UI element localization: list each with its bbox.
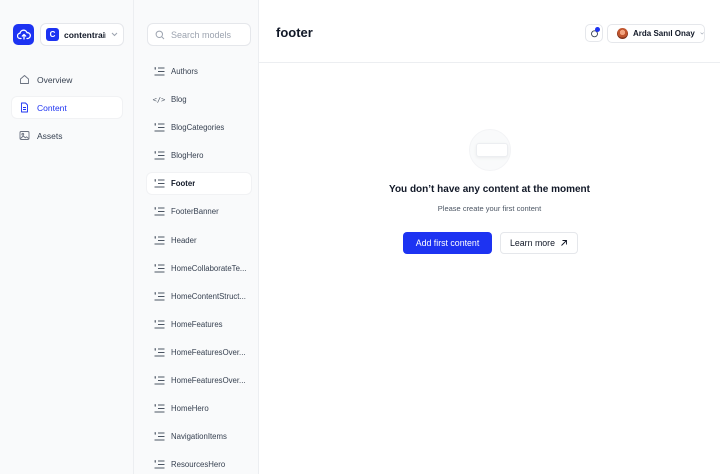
- top-bar: footer Arda Sanıl Onay: [259, 0, 720, 63]
- model-item-label: Blog: [171, 95, 187, 105]
- model-item-label: Authors: [171, 67, 198, 76]
- model-item-homefeaturesover[interactable]: HomeFeaturesOver...: [147, 342, 251, 363]
- model-item-homecontentstruct[interactable]: HomeContentStruct...: [147, 286, 251, 307]
- list-icon: [154, 348, 164, 357]
- list-icon-wrap: [153, 123, 165, 132]
- model-item-homefeaturesover[interactable]: HomeFeaturesOver...: [147, 370, 251, 391]
- model-item-label: Footer: [171, 179, 196, 189]
- model-item-homefeatures[interactable]: HomeFeatures: [147, 314, 251, 335]
- list-icon-wrap: [153, 432, 165, 441]
- project-switcher[interactable]: C contentrain-...: [40, 23, 124, 46]
- list-icon: [154, 263, 164, 273]
- empty-state-title: You don’t have any content at the moment: [389, 184, 590, 195]
- model-item-blog[interactable]: </> Blog: [147, 89, 251, 110]
- model-item-bloghero[interactable]: BlogHero: [147, 145, 251, 166]
- model-item-blogcategories[interactable]: BlogCategories: [147, 117, 251, 138]
- list-icon-wrap: [153, 348, 165, 357]
- nav-item-content[interactable]: Content: [12, 97, 122, 118]
- empty-card-graphic: [476, 143, 508, 157]
- model-item-label: Header: [171, 235, 197, 245]
- code-icon: </>: [152, 95, 166, 104]
- search-input[interactable]: [171, 29, 247, 40]
- list-icon: [154, 207, 164, 216]
- model-item-resourceshero[interactable]: ResourcesHero: [147, 454, 251, 474]
- model-item-label: HomeContentStruct...: [171, 291, 246, 301]
- add-first-content-button[interactable]: Add first content: [403, 232, 492, 254]
- user-menu[interactable]: Arda Sanıl Onay: [607, 24, 705, 43]
- empty-illustration: [469, 129, 511, 171]
- nav-item-overview[interactable]: Overview: [12, 69, 122, 90]
- list-icon: [154, 292, 164, 301]
- learn-more-button[interactable]: Learn more: [500, 232, 578, 254]
- project-badge: C: [46, 28, 59, 41]
- model-item-label: HomeFeatures: [171, 319, 223, 329]
- models-panel: Authors </> Blog BlogCategories BlogHero Foot…: [134, 0, 259, 474]
- model-item-label: HomeHero: [171, 404, 209, 414]
- nav-item-assets[interactable]: Assets: [12, 125, 122, 146]
- model-item-homecollaboratete[interactable]: HomeCollaborateTe...: [147, 258, 251, 279]
- list-icon-wrap: [153, 207, 165, 216]
- list-icon: [154, 123, 164, 132]
- image-icon: [19, 131, 30, 140]
- list-icon: [154, 404, 164, 413]
- model-item-label: BlogCategories: [171, 123, 225, 133]
- model-item-footerbanner[interactable]: FooterBanner: [147, 201, 251, 222]
- main-nav: Overview Content Assets: [12, 69, 122, 153]
- list-icon-wrap: [153, 263, 165, 273]
- model-item-label: ResourcesHero: [171, 460, 226, 470]
- user-name: Arda Sanıl Onay: [633, 29, 695, 38]
- avatar: [617, 28, 628, 39]
- list-icon-wrap: [153, 404, 165, 413]
- model-item-label: NavigationItems: [171, 432, 227, 442]
- list-icon: [154, 67, 164, 76]
- model-item-label: HomeFeaturesOver...: [171, 347, 246, 357]
- document-icon: [21, 102, 28, 113]
- model-item-label: BlogHero: [171, 151, 204, 161]
- model-list: Authors </> Blog BlogCategories BlogHero Foot…: [147, 61, 251, 474]
- project-name: contentrain-...: [64, 29, 106, 40]
- list-icon: [154, 460, 164, 469]
- app-logo[interactable]: [13, 24, 34, 45]
- chevron-down-icon: [700, 32, 704, 35]
- list-icon-wrap: [153, 376, 165, 385]
- app-sidebar: C contentrain-... Overview Content Asset…: [0, 0, 134, 474]
- list-icon: [154, 235, 164, 245]
- notifications-button[interactable]: [585, 24, 603, 42]
- model-item-label: HomeCollaborateTe...: [171, 263, 247, 273]
- model-item-label: FooterBanner: [171, 207, 219, 217]
- list-icon-wrap: [153, 67, 165, 76]
- empty-state-subtitle: Please create your first content: [437, 204, 542, 213]
- home-icon: [20, 75, 29, 84]
- list-icon: [154, 432, 164, 441]
- model-item-navigationitems[interactable]: NavigationItems: [147, 426, 251, 447]
- list-icon-wrap: [153, 235, 165, 245]
- model-item-label: HomeFeaturesOver...: [171, 376, 246, 386]
- nav-item-label: Overview: [37, 74, 73, 85]
- page-title: footer: [276, 25, 313, 40]
- search-box[interactable]: [147, 23, 251, 46]
- learn-more-label: Learn more: [510, 238, 555, 248]
- model-item-footer[interactable]: Footer: [147, 173, 251, 195]
- search-icon: [155, 30, 165, 39]
- list-icon-wrap: [153, 320, 165, 329]
- model-item-header[interactable]: Header: [147, 230, 251, 251]
- arrow-up-right-icon: [561, 240, 567, 246]
- notification-dot: [595, 27, 600, 32]
- main-content: footer Arda Sanıl Onay You don’t have an…: [259, 0, 720, 474]
- list-icon-wrap: [153, 460, 165, 469]
- nav-item-label: Assets: [37, 130, 63, 141]
- list-icon: [154, 376, 164, 385]
- list-icon: [154, 320, 164, 329]
- chevron-down-icon: [111, 32, 118, 37]
- model-item-authors[interactable]: Authors: [147, 61, 251, 82]
- list-icon: [154, 151, 164, 160]
- list-icon-wrap: [153, 151, 165, 160]
- list-icon-wrap: [153, 179, 165, 188]
- model-item-homehero[interactable]: HomeHero: [147, 398, 251, 419]
- cloud-upload-icon: [16, 29, 31, 40]
- list-icon-wrap: [153, 292, 165, 301]
- list-icon: [154, 179, 164, 188]
- nav-item-label: Content: [37, 102, 67, 113]
